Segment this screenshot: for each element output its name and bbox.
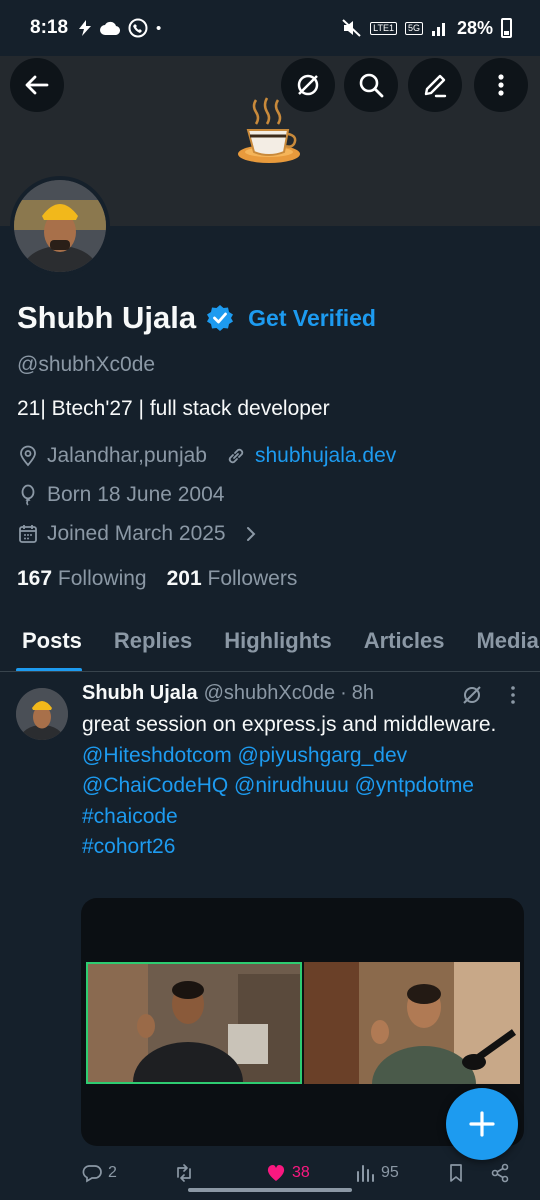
back-button[interactable] bbox=[10, 58, 64, 112]
follow-stats: 167 Following 201 Followers bbox=[17, 567, 297, 591]
location-text: Jalandhar,punjab bbox=[47, 444, 207, 467]
signal-icon bbox=[431, 23, 445, 36]
birthday-row: Born 18 June 2004 bbox=[17, 483, 224, 507]
arrow-left-icon bbox=[25, 75, 49, 95]
compose-post-button[interactable] bbox=[446, 1088, 518, 1160]
bookmark-icon bbox=[450, 1164, 462, 1182]
network-badge: 5G bbox=[404, 21, 423, 35]
joined-date: Joined March 2025 bbox=[47, 522, 226, 545]
post-hashtag-chaicode[interactable]: #chaicode bbox=[82, 802, 527, 833]
following-count: 167 bbox=[17, 567, 53, 590]
share-icon bbox=[491, 1163, 509, 1183]
edit-button[interactable] bbox=[408, 58, 462, 112]
tab-posts[interactable]: Posts bbox=[0, 610, 98, 671]
post-body: great session on express.js and middlewa… bbox=[82, 710, 527, 863]
verified-badge-icon[interactable] bbox=[206, 304, 234, 332]
post-more-icon[interactable] bbox=[503, 684, 523, 706]
following-link[interactable]: 167 Following bbox=[17, 567, 147, 591]
reply-button[interactable]: 2 bbox=[82, 1163, 117, 1183]
post-timestamp[interactable]: 8h bbox=[352, 682, 374, 705]
post-author-name[interactable]: Shubh Ujala bbox=[82, 682, 198, 705]
tab-media[interactable]: Media bbox=[460, 610, 540, 671]
whatsapp-icon bbox=[128, 18, 148, 38]
lte-badge: LTE1 bbox=[370, 21, 397, 35]
display-name: Shubh Ujala bbox=[17, 300, 197, 335]
calendar-icon bbox=[19, 525, 37, 543]
tab-replies[interactable]: Replies bbox=[98, 610, 208, 671]
views-count: 95 bbox=[381, 1164, 399, 1181]
grok-icon bbox=[297, 74, 319, 96]
reply-icon bbox=[82, 1165, 102, 1183]
mute-icon bbox=[342, 19, 361, 37]
chevron-right-icon bbox=[246, 527, 256, 541]
battery-icon bbox=[501, 18, 512, 38]
post-author-handle[interactable]: @shubhXc0de bbox=[204, 682, 336, 705]
repost-icon bbox=[177, 1164, 191, 1182]
tab-highlights[interactable]: Highlights bbox=[208, 610, 348, 671]
heart-filled-icon bbox=[267, 1165, 285, 1181]
status-bar: 8:18 • LTE1 5G 28% bbox=[0, 0, 540, 56]
status-time: 8:18 bbox=[30, 17, 69, 38]
get-verified-link[interactable]: Get Verified bbox=[248, 305, 376, 332]
participant-1-photo bbox=[88, 964, 300, 1082]
balloon-icon bbox=[21, 484, 35, 506]
dot-indicator: • bbox=[156, 19, 162, 37]
video-participant-2 bbox=[304, 962, 520, 1084]
edit-icon bbox=[424, 74, 447, 98]
home-indicator[interactable] bbox=[188, 1188, 352, 1192]
name-row: Shubh Ujala Get Verified bbox=[17, 300, 376, 336]
repost-button[interactable] bbox=[174, 1163, 194, 1183]
profile-avatar[interactable] bbox=[10, 176, 110, 276]
like-count: 38 bbox=[292, 1164, 310, 1181]
video-participant-1 bbox=[86, 962, 302, 1084]
reply-count: 2 bbox=[108, 1164, 117, 1181]
avatar-photo bbox=[14, 180, 106, 272]
website-link[interactable]: shubhujala.dev bbox=[255, 444, 396, 468]
plus-icon bbox=[469, 1111, 495, 1137]
search-icon bbox=[359, 73, 384, 98]
lightning-icon bbox=[79, 20, 92, 36]
profile-tabs: Posts Replies Highlights Articles Media bbox=[0, 610, 540, 672]
followers-link[interactable]: 201 Followers bbox=[167, 567, 298, 591]
grok-button[interactable] bbox=[281, 58, 335, 112]
more-button[interactable] bbox=[474, 58, 528, 112]
views-button[interactable]: 95 bbox=[355, 1163, 399, 1183]
share-button[interactable] bbox=[490, 1163, 510, 1183]
post-separator: · bbox=[340, 682, 347, 704]
like-button[interactable]: 38 bbox=[266, 1163, 310, 1183]
post-author-avatar[interactable] bbox=[16, 688, 68, 740]
post-actions: 2 38 95 bbox=[82, 1158, 522, 1188]
participant-2-photo bbox=[304, 962, 520, 1084]
profile-bio: 21| Btech'27 | full stack developer bbox=[17, 397, 330, 420]
location-pin-icon bbox=[20, 445, 36, 467]
cloud-icon bbox=[100, 21, 121, 35]
post-hashtag-cohort26[interactable]: #cohort26 bbox=[82, 832, 527, 863]
grok-icon[interactable] bbox=[460, 684, 484, 706]
more-vertical-icon bbox=[498, 74, 504, 96]
tab-articles[interactable]: Articles bbox=[348, 610, 461, 671]
battery-percent: 28% bbox=[456, 17, 493, 38]
profile-handle: @shubhXc0de bbox=[17, 353, 156, 376]
joined-row[interactable]: Joined March 2025 bbox=[17, 522, 262, 546]
post-text: great session on express.js and middlewa… bbox=[82, 713, 497, 736]
notification-icons: • bbox=[78, 18, 161, 38]
bookmark-button[interactable] bbox=[446, 1163, 466, 1183]
birth-date: Born 18 June 2004 bbox=[47, 483, 225, 506]
followers-count: 201 bbox=[166, 567, 202, 590]
post-avatar-photo bbox=[16, 688, 68, 740]
link-icon bbox=[228, 448, 244, 464]
location-website-row: Jalandhar,punjab shubhujala.dev bbox=[17, 444, 396, 468]
post-mentions[interactable]: @Hiteshdotcom @piyushgarg_dev @ChaiCodeH… bbox=[82, 741, 527, 802]
search-button[interactable] bbox=[344, 58, 398, 112]
views-icon bbox=[357, 1165, 374, 1182]
followers-label: Followers bbox=[207, 567, 298, 590]
following-label: Following bbox=[57, 567, 147, 590]
